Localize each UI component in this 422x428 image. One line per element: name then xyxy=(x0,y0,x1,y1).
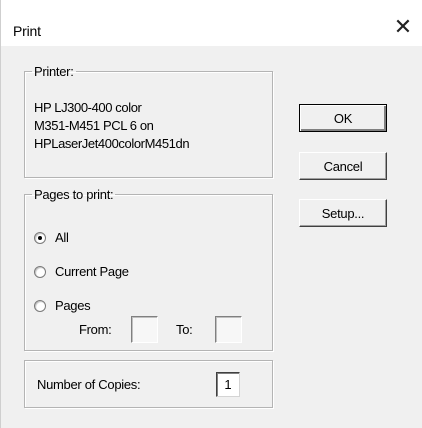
copies-input[interactable]: 1 xyxy=(216,372,240,397)
printer-name-line: HPLaserJet400colorM451dn xyxy=(34,136,190,151)
copies-label: Number of Copies: xyxy=(37,377,141,392)
ok-button[interactable]: OK xyxy=(299,104,387,132)
pages-to-print-group: Pages to print: All Current Page Pages F… xyxy=(24,187,273,351)
from-input[interactable] xyxy=(131,316,158,343)
radio-all[interactable]: All xyxy=(34,230,69,245)
print-dialog: Print ✕ Printer: HP LJ300-400 color M351… xyxy=(0,0,422,428)
radio-all-label: All xyxy=(55,230,69,245)
printer-legend: Printer: xyxy=(34,64,74,79)
radio-current-page[interactable]: Current Page xyxy=(34,264,129,279)
from-label: From: xyxy=(79,322,112,337)
radio-pages-label: Pages xyxy=(55,298,91,313)
radio-button[interactable] xyxy=(34,299,46,312)
pages-to-print-legend: Pages to print: xyxy=(34,187,114,202)
radio-current-page-label: Current Page xyxy=(55,264,129,279)
printer-name: HP LJ300-400 color M351-M451 PCL 6 on HP… xyxy=(34,99,190,153)
to-label: To: xyxy=(176,322,193,337)
title-bar[interactable]: Print ✕ xyxy=(1,0,422,46)
copies-group: Number of Copies: 1 xyxy=(24,360,273,408)
window-title: Print xyxy=(13,23,41,39)
setup-button[interactable]: Setup... xyxy=(299,199,387,227)
cancel-button[interactable]: Cancel xyxy=(299,152,387,180)
printer-name-line: HP LJ300-400 color xyxy=(34,100,142,115)
radio-pages[interactable]: Pages xyxy=(34,298,91,313)
printer-name-line: M351-M451 PCL 6 on xyxy=(34,118,154,133)
radio-button[interactable] xyxy=(34,265,46,278)
close-icon[interactable]: ✕ xyxy=(383,12,422,42)
to-input[interactable] xyxy=(215,316,242,343)
radio-button[interactable] xyxy=(34,231,46,244)
printer-group: Printer: HP LJ300-400 color M351-M451 PC… xyxy=(24,64,273,178)
